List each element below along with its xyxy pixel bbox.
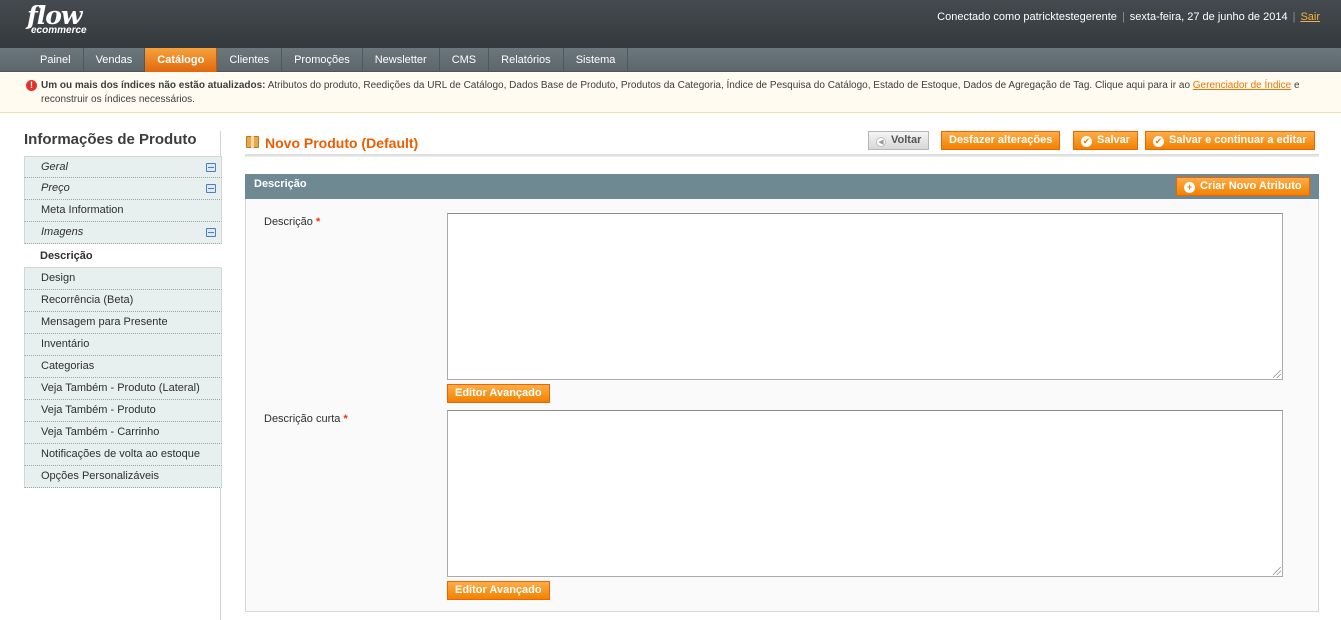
product-box-icon xyxy=(246,136,259,148)
tab-label: Imagens xyxy=(41,226,84,238)
tab-label: Veja Também - Produto xyxy=(41,404,156,416)
separator: | xyxy=(1292,11,1296,23)
editor-button-label: Editor Avançado xyxy=(455,387,542,399)
tab-notificacoes-estoque[interactable]: Notificações de volta ao estoque xyxy=(24,444,222,466)
reset-button[interactable]: Desfazer alterações xyxy=(941,131,1061,150)
nav-item-sistema[interactable]: Sistema xyxy=(564,48,629,72)
back-arrow-icon: ◀ xyxy=(876,137,886,147)
create-attribute-button[interactable]: + Criar Novo Atributo xyxy=(1176,177,1310,196)
changed-icon xyxy=(206,163,216,172)
tab-imagens[interactable]: Imagens xyxy=(24,222,222,244)
resize-handle[interactable] xyxy=(1273,567,1281,575)
required-marker: * xyxy=(315,216,321,228)
tab-label: Notificações de volta ao estoque xyxy=(41,448,200,460)
short-description-label: Descrição curta * xyxy=(264,413,348,425)
index-manager-link[interactable]: Gerenciador de Índice xyxy=(1193,80,1291,91)
nav-item-cms[interactable]: CMS xyxy=(440,48,490,72)
short-description-textarea[interactable] xyxy=(447,410,1283,577)
tab-geral[interactable]: Geral xyxy=(24,156,222,178)
description-textarea[interactable] xyxy=(447,213,1283,380)
tab-design[interactable]: Design xyxy=(24,268,222,290)
required-marker: * xyxy=(343,413,348,425)
tab-inventario[interactable]: Inventário xyxy=(24,334,222,356)
short-description-editor-button[interactable]: Editor Avançado xyxy=(447,581,550,600)
current-date: sexta-feira, 27 de junho de 2014 xyxy=(1129,11,1288,23)
save-button-label: Salvar xyxy=(1097,134,1131,146)
tab-label: Opções Personalizáveis xyxy=(41,470,160,482)
nav-item-catalogo[interactable]: Catálogo xyxy=(145,48,218,72)
nav-item-newsletter[interactable]: Newsletter xyxy=(363,48,440,72)
index-notice: ! Um ou mais dos índices não estão atual… xyxy=(0,73,1341,113)
short-description-label-text: Descrição curta xyxy=(264,413,341,425)
nav-item-painel[interactable]: Painel xyxy=(28,48,84,72)
tab-label: Descrição xyxy=(40,250,93,262)
tab-veja-tambem-carrinho[interactable]: Veja Também - Carrinho xyxy=(24,422,222,444)
tab-preco[interactable]: Preço xyxy=(24,178,222,200)
tab-label: Categorias xyxy=(41,360,95,372)
main-nav: Painel Vendas Catálogo Clientes Promoçõe… xyxy=(0,48,1341,72)
tab-label: Inventário xyxy=(41,338,90,350)
nav-item-relatorios[interactable]: Relatórios xyxy=(489,48,564,72)
tab-recorrencia[interactable]: Recorrência (Beta) xyxy=(24,290,222,312)
sidebar-title: Informações de Produto xyxy=(24,131,197,148)
back-button-label: Voltar xyxy=(891,134,922,146)
notice-bold: Um ou mais dos índices não estão atualiz… xyxy=(41,80,266,91)
tab-label: Veja Também - Carrinho xyxy=(41,426,160,438)
resize-handle[interactable] xyxy=(1273,370,1281,378)
header-user-info: Conectado como patricktestegerente | sexta… xyxy=(937,11,1320,23)
logo[interactable]: flow ecommerce xyxy=(27,3,87,36)
tab-label: Preço xyxy=(41,182,70,194)
tab-descricao[interactable]: Descrição xyxy=(24,244,222,268)
description-label: Descrição * xyxy=(264,216,320,228)
plus-icon: + xyxy=(1184,182,1195,193)
header-rule xyxy=(245,154,1319,157)
tab-label: Meta Information xyxy=(41,204,124,216)
save-continue-button[interactable]: ✔ Salvar e continuar a editar xyxy=(1145,131,1315,150)
check-icon: ✔ xyxy=(1153,136,1164,147)
description-editor-button[interactable]: Editor Avançado xyxy=(447,384,550,403)
tab-veja-tambem-lateral[interactable]: Veja Também - Produto (Lateral) xyxy=(24,378,222,400)
description-label-text: Descrição xyxy=(264,216,313,228)
error-icon: ! xyxy=(26,80,37,91)
logged-in-text: Conectado como patricktestegerente xyxy=(937,11,1117,23)
reset-button-label: Desfazer alterações xyxy=(949,134,1053,146)
app-header: flow ecommerce Conectado como patricktes… xyxy=(0,0,1341,48)
section-header: Descrição xyxy=(245,174,1319,199)
separator: | xyxy=(1121,11,1125,23)
logout-link[interactable]: Sair xyxy=(1300,11,1320,23)
tab-veja-tambem-produto[interactable]: Veja Também - Produto xyxy=(24,400,222,422)
tab-label: Veja Também - Produto (Lateral) xyxy=(41,382,200,394)
check-icon: ✔ xyxy=(1081,136,1092,147)
nav-item-vendas[interactable]: Vendas xyxy=(84,48,146,72)
product-tabs: Geral Preço Meta Information Imagens Des… xyxy=(24,156,222,488)
changed-icon xyxy=(206,228,216,237)
editor-button-label: Editor Avançado xyxy=(455,584,542,596)
tab-label: Recorrência (Beta) xyxy=(41,294,134,306)
tab-label: Design xyxy=(41,272,76,284)
notice-text: Atributos do produto, Reedições da URL d… xyxy=(265,80,1193,91)
tab-meta-information[interactable]: Meta Information xyxy=(24,200,222,222)
logo-sub-text: ecommerce xyxy=(31,25,87,36)
page-title: Novo Produto (Default) xyxy=(265,135,419,151)
section-title: Descrição xyxy=(254,178,307,190)
tab-mensagem-presente[interactable]: Mensagem para Presente xyxy=(24,312,222,334)
save-button[interactable]: ✔ Salvar xyxy=(1073,131,1139,150)
nav-item-clientes[interactable]: Clientes xyxy=(217,48,283,72)
changed-icon xyxy=(206,184,216,193)
tab-opcoes-personalizaveis[interactable]: Opções Personalizáveis xyxy=(24,466,222,488)
back-button[interactable]: ◀ Voltar xyxy=(868,131,930,150)
save-continue-button-label: Salvar e continuar a editar xyxy=(1169,134,1307,146)
nav-item-promocoes[interactable]: Promoções xyxy=(282,48,363,72)
create-attribute-label: Criar Novo Atributo xyxy=(1200,180,1302,192)
tab-label: Geral xyxy=(41,161,68,173)
tab-label: Mensagem para Presente xyxy=(41,316,168,328)
tab-categorias[interactable]: Categorias xyxy=(24,356,222,378)
